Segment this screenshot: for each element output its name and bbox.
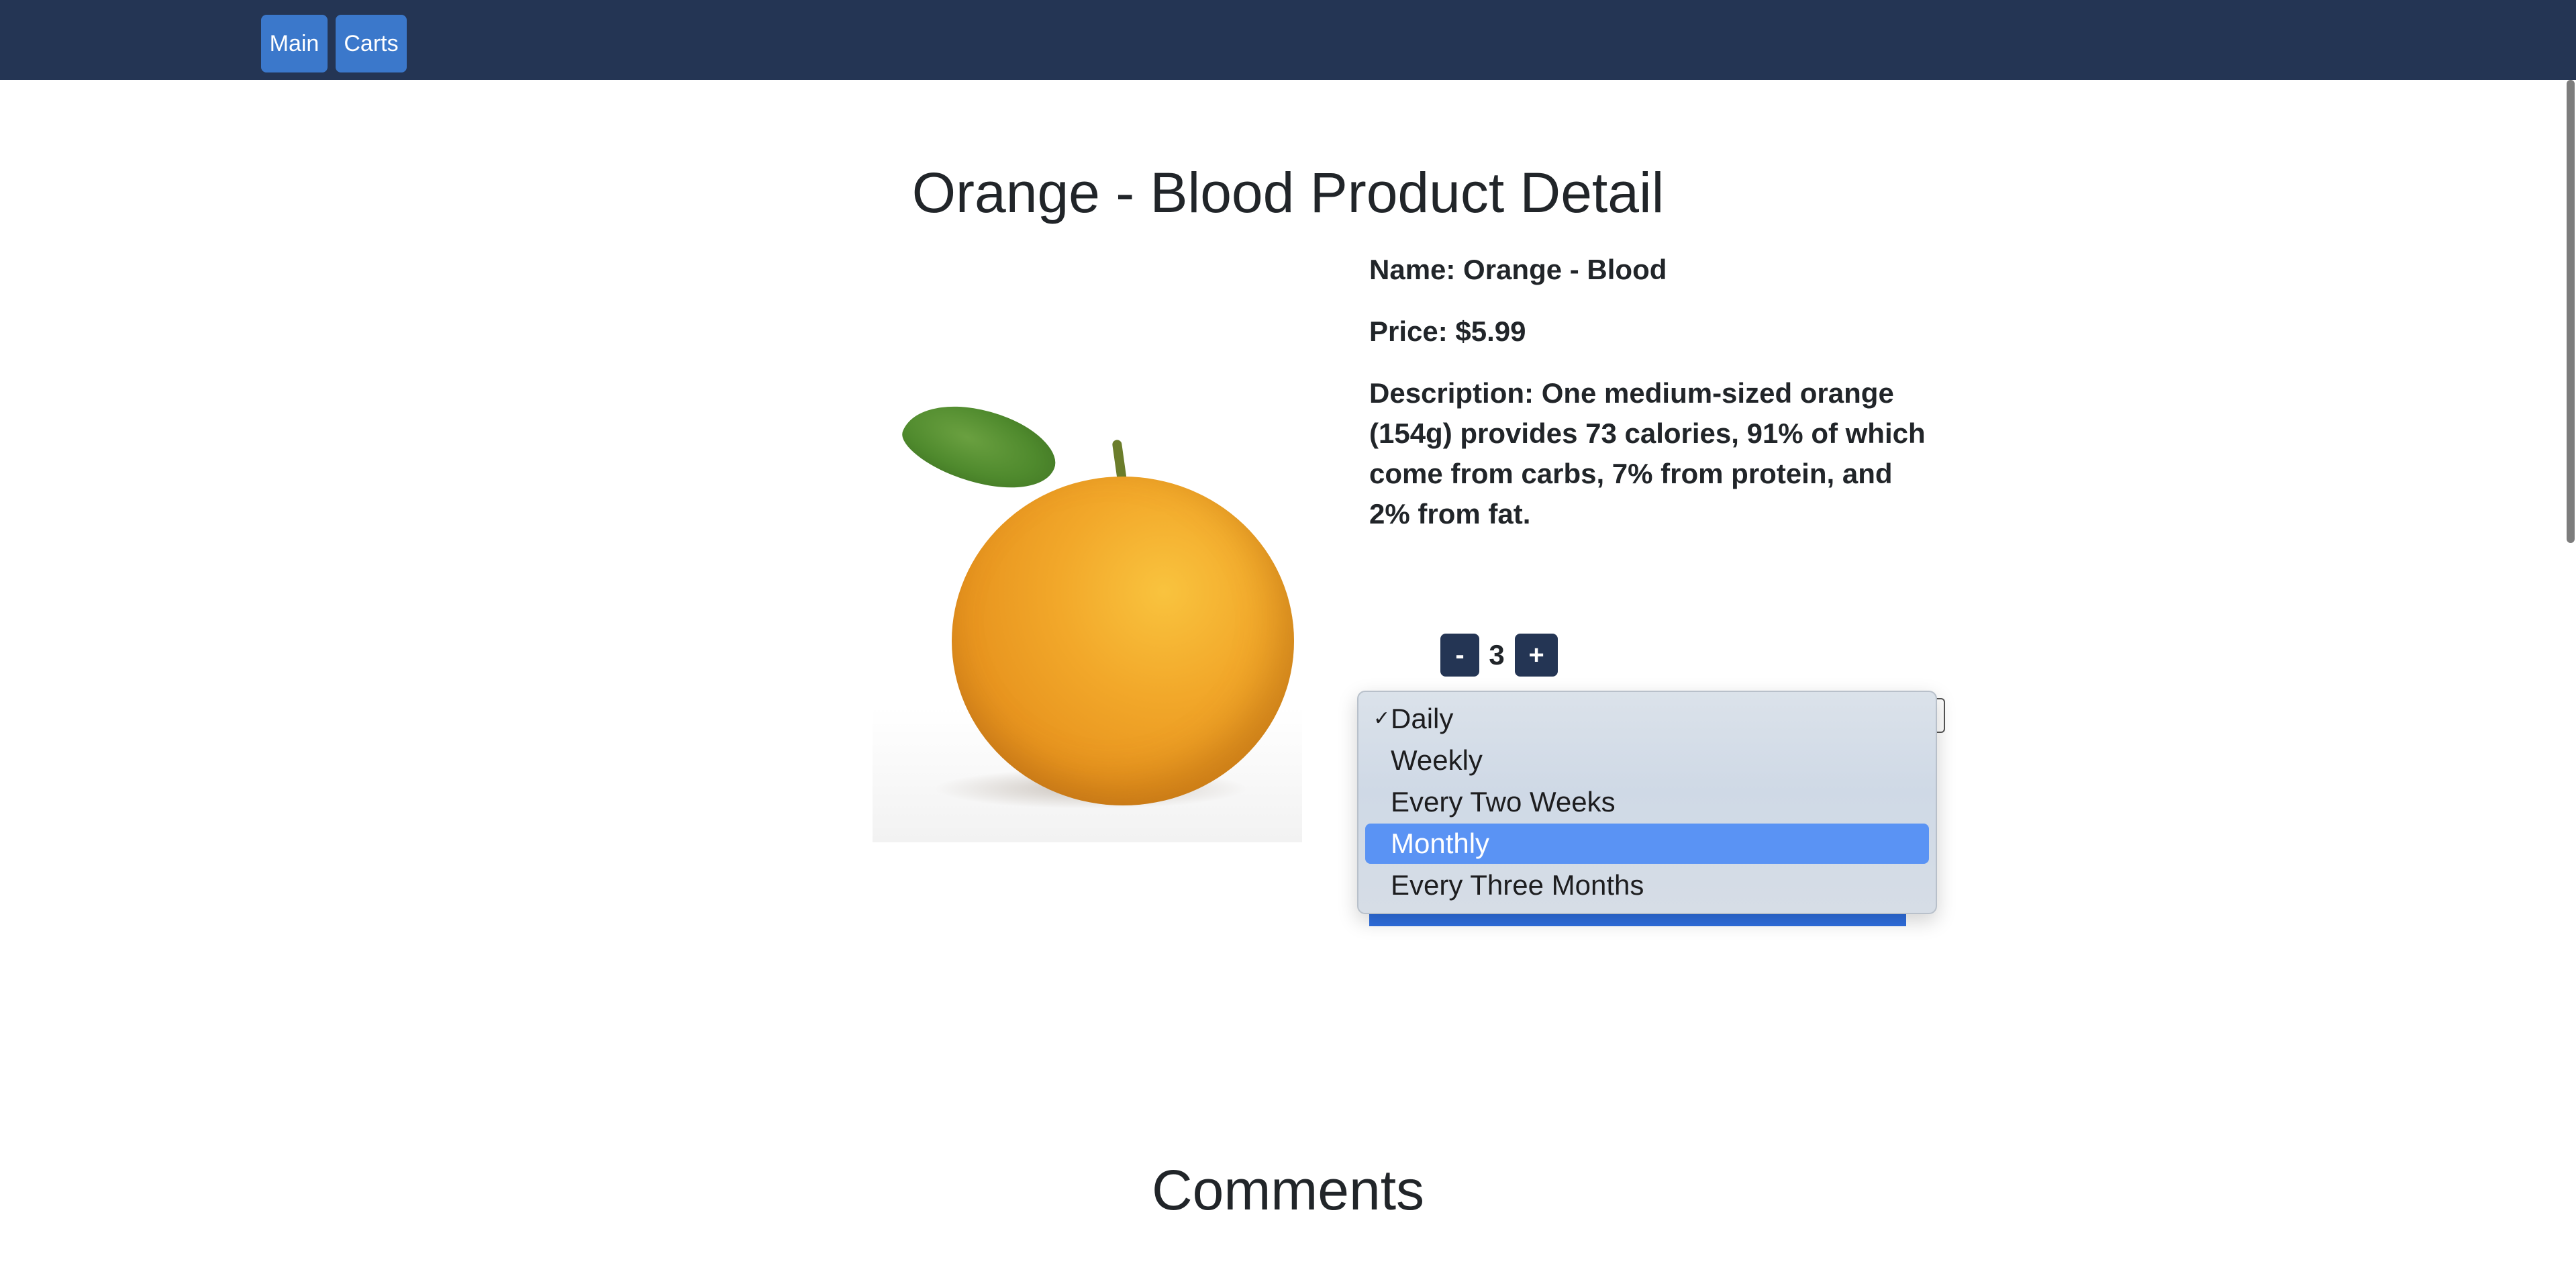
option-label: Every Three Months [1391,869,1644,901]
product-name: Name: Orange - Blood [1369,254,1667,285]
carts-nav-button[interactable]: Carts [336,15,407,72]
product-detail-page: Main Carts Orange - Blood Product Detail… [0,0,2576,1286]
decrease-quantity-button[interactable]: - [1440,634,1479,677]
check-icon: ✓ [1373,707,1391,730]
product-price: Price: $5.99 [1369,315,1526,347]
orange-fruit [952,477,1294,805]
product-image [873,383,1302,842]
frequency-option-monthly[interactable]: Monthly [1365,824,1929,864]
page-title: Orange - Blood Product Detail [911,161,1665,224]
frequency-option-daily[interactable]: ✓ Daily [1365,699,1929,739]
comments-heading: Comments [1151,1158,1425,1222]
frequency-option-weekly[interactable]: Weekly [1365,740,1929,781]
increase-quantity-button[interactable]: + [1515,634,1558,677]
product-description: Description: One medium-sized orange (15… [1369,377,1926,530]
main-nav-button[interactable]: Main [261,15,328,72]
quantity-value: 3 [1489,639,1505,671]
orange-leaf [894,383,1066,510]
option-label: Weekly [1391,744,1483,776]
scrollbar-thumb[interactable] [2567,80,2575,543]
top-navbar: Main Carts [0,0,2576,80]
frequency-option-every-two-weeks[interactable]: Every Two Weeks [1365,782,1929,822]
option-label: Every Two Weeks [1391,786,1616,818]
frequency-option-every-three-months[interactable]: Every Three Months [1365,865,1929,905]
option-label: Monthly [1391,828,1490,859]
frequency-dropdown-menu: ✓ Daily Weekly Every Two Weeks Monthly E… [1357,691,1937,914]
page-scrollbar[interactable] [2565,80,2576,1286]
option-label: Daily [1391,703,1454,734]
